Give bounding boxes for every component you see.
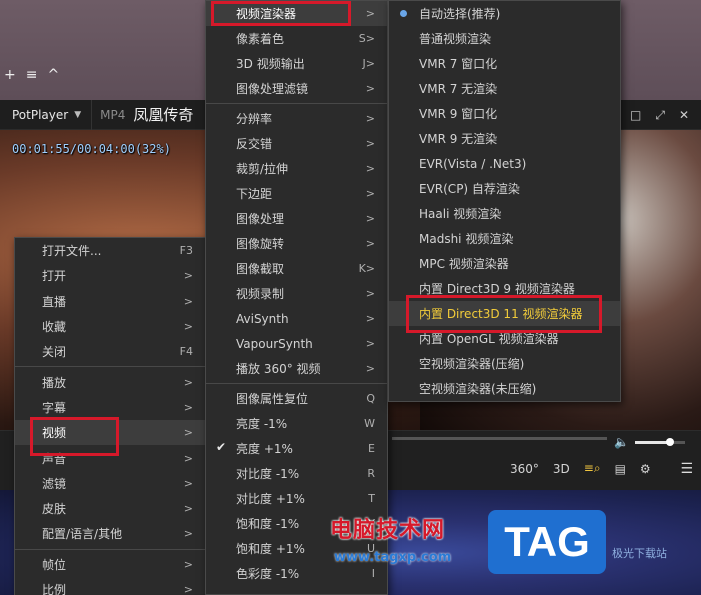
hamburger-menu-icon[interactable]: ☰ bbox=[680, 461, 693, 477]
menu-item-image-filters[interactable]: 图像处理滤镜 > bbox=[206, 76, 387, 101]
menu-item-video-recording[interactable]: 视频录制 > bbox=[206, 281, 387, 306]
menu-item-config[interactable]: 配置/语言/其他 > bbox=[15, 521, 205, 546]
menu-item-play[interactable]: 播放 > bbox=[15, 369, 205, 394]
control-icons: 360° 3D ≡⌕ ▤ ⚙ bbox=[510, 461, 651, 476]
menu-separator bbox=[206, 383, 387, 384]
highlight-box-renderer bbox=[211, 1, 351, 26]
3d-button[interactable]: 3D bbox=[553, 462, 570, 476]
chapter-icon[interactable]: ▤ bbox=[615, 462, 626, 476]
volume-control[interactable]: 🔈 bbox=[614, 435, 685, 449]
menu-item-filters[interactable]: 滤镜 > bbox=[15, 471, 205, 496]
volume-knob[interactable] bbox=[665, 437, 674, 446]
close-icon[interactable]: ✕ bbox=[679, 108, 689, 122]
time-osd: 00:01:55/00:04:00(32%) bbox=[12, 142, 171, 156]
video-submenu: 视频渲染器 > 像素着色 S> 3D 视频输出 J> 图像处理滤镜 > 分辨率 > 反交错… bbox=[205, 0, 388, 595]
renderer-madshi[interactable]: Madshi 视频渲染 bbox=[389, 226, 620, 251]
highlight-box-d3d11 bbox=[406, 295, 602, 333]
menu-item-open-file[interactable]: 打开文件... F3 bbox=[15, 238, 205, 263]
menu-item-deinterlace[interactable]: 反交错 > bbox=[206, 131, 387, 156]
renderer-evr[interactable]: EVR(Vista / .Net3) bbox=[389, 151, 620, 176]
main-context-menu: 打开文件... F3 打开 > 直播 > 收藏 > 关闭 F4 播放 > 字幕 > 视频 > 声… bbox=[14, 237, 206, 595]
volume-slider[interactable] bbox=[634, 437, 685, 446]
menu-item-image-processing[interactable]: 图像处理 > bbox=[206, 206, 387, 231]
menu-item-contrast-up[interactable]: 对比度 +1% T bbox=[206, 486, 387, 511]
renderer-null-uncompressed[interactable]: 空视频渲染器(未压缩) bbox=[389, 376, 620, 401]
menu-item-aspect[interactable]: 比例 > bbox=[15, 577, 205, 595]
renderer-vmr7-windowed[interactable]: VMR 7 窗口化 bbox=[389, 51, 620, 76]
radio-selected-icon bbox=[400, 10, 407, 17]
check-icon: ✔ bbox=[216, 440, 227, 454]
menu-item-resolution[interactable]: 分辨率 > bbox=[206, 106, 387, 131]
watermark-url: www.tagxp.com bbox=[334, 550, 452, 565]
menu-item-crop-stretch[interactable]: 裁剪/拉伸 > bbox=[206, 156, 387, 181]
renderer-null-compressed[interactable]: 空视频渲染器(压缩) bbox=[389, 351, 620, 376]
menu-separator bbox=[206, 103, 387, 104]
menu-item-pixel-shader[interactable]: 像素着色 S> bbox=[206, 26, 387, 51]
maximize-icon[interactable]: □ bbox=[630, 108, 641, 122]
plus-icon[interactable]: + bbox=[4, 67, 16, 83]
renderer-mpc[interactable]: MPC 视频渲染器 bbox=[389, 251, 620, 276]
speaker-icon[interactable]: 🔈 bbox=[614, 435, 629, 449]
renderer-vmr7-renderless[interactable]: VMR 7 无渲染 bbox=[389, 76, 620, 101]
vr-360-button[interactable]: 360° bbox=[510, 462, 539, 476]
menu-item-image-rotation[interactable]: 图像旋转 > bbox=[206, 231, 387, 256]
watermark-text: 电脑技术网 bbox=[330, 518, 446, 543]
menu-item-360-video[interactable]: 播放 360° 视频 > bbox=[206, 356, 387, 381]
menu-item-live[interactable]: 直播 > bbox=[15, 289, 205, 314]
menu-separator bbox=[15, 366, 205, 368]
menu-item-reset-image[interactable]: 图像属性复位 Q bbox=[206, 386, 387, 411]
watermark-side-text: 极光下载站 bbox=[612, 547, 667, 560]
menu-item-avisynth[interactable]: AviSynth > bbox=[206, 306, 387, 331]
menu-item-3d-output[interactable]: 3D 视频输出 J> bbox=[206, 51, 387, 76]
menu-item-image-capture[interactable]: 图像截取 K> bbox=[206, 256, 387, 281]
renderer-auto[interactable]: 自动选择(推荐) bbox=[389, 1, 620, 26]
potplayer-menu-button[interactable]: PotPlayer ▼ bbox=[0, 99, 93, 130]
menu-item-skin[interactable]: 皮肤 > bbox=[15, 496, 205, 521]
menu-item-contrast-down[interactable]: 对比度 -1% R bbox=[206, 461, 387, 486]
seek-track[interactable] bbox=[392, 437, 607, 440]
menu-item-close[interactable]: 关闭 F4 bbox=[15, 339, 205, 364]
renderer-evr-cp[interactable]: EVR(CP) 自荐渲染 bbox=[389, 176, 620, 201]
menu-item-brightness-up[interactable]: ✔ 亮度 +1% E bbox=[206, 436, 387, 461]
renderer-haali[interactable]: Haali 视频渲染 bbox=[389, 201, 620, 226]
mini-toolbar: + ≡ ^ bbox=[0, 64, 59, 86]
settings-gear-icon[interactable]: ⚙ bbox=[640, 462, 651, 476]
format-label: MP4 bbox=[100, 107, 126, 122]
watermark-tag-logo: TAG bbox=[488, 510, 606, 574]
menu-item-favorites[interactable]: 收藏 > bbox=[15, 314, 205, 339]
menu-item-frame[interactable]: 帧位 > bbox=[15, 552, 205, 577]
volume-fill bbox=[634, 440, 670, 444]
chevron-down-icon: ▼ bbox=[74, 109, 82, 120]
menu-item-bottom-margin[interactable]: 下边距 > bbox=[206, 181, 387, 206]
renderer-vmr9-renderless[interactable]: VMR 9 无渲染 bbox=[389, 126, 620, 151]
media-title: 凤凰传奇 bbox=[133, 106, 194, 124]
renderer-submenu: 自动选择(推荐) 普通视频渲染 VMR 7 窗口化 VMR 7 无渲染 VMR … bbox=[388, 0, 621, 402]
playlist-search-icon[interactable]: ≡⌕ bbox=[584, 461, 601, 476]
fullscreen-icon[interactable]: ⤢ bbox=[655, 108, 665, 123]
list-icon[interactable]: ≡ bbox=[26, 67, 38, 83]
app-name: PotPlayer bbox=[12, 107, 69, 122]
menu-item-open[interactable]: 打开 > bbox=[15, 263, 205, 288]
menu-item-brightness-down[interactable]: 亮度 -1% W bbox=[206, 411, 387, 436]
menu-item-vapoursynth[interactable]: VapourSynth > bbox=[206, 331, 387, 356]
renderer-normal[interactable]: 普通视频渲染 bbox=[389, 26, 620, 51]
menu-separator bbox=[15, 548, 205, 550]
renderer-vmr9-windowed[interactable]: VMR 9 窗口化 bbox=[389, 101, 620, 126]
chevron-up-icon[interactable]: ^ bbox=[47, 67, 59, 83]
highlight-box-video bbox=[30, 417, 119, 456]
